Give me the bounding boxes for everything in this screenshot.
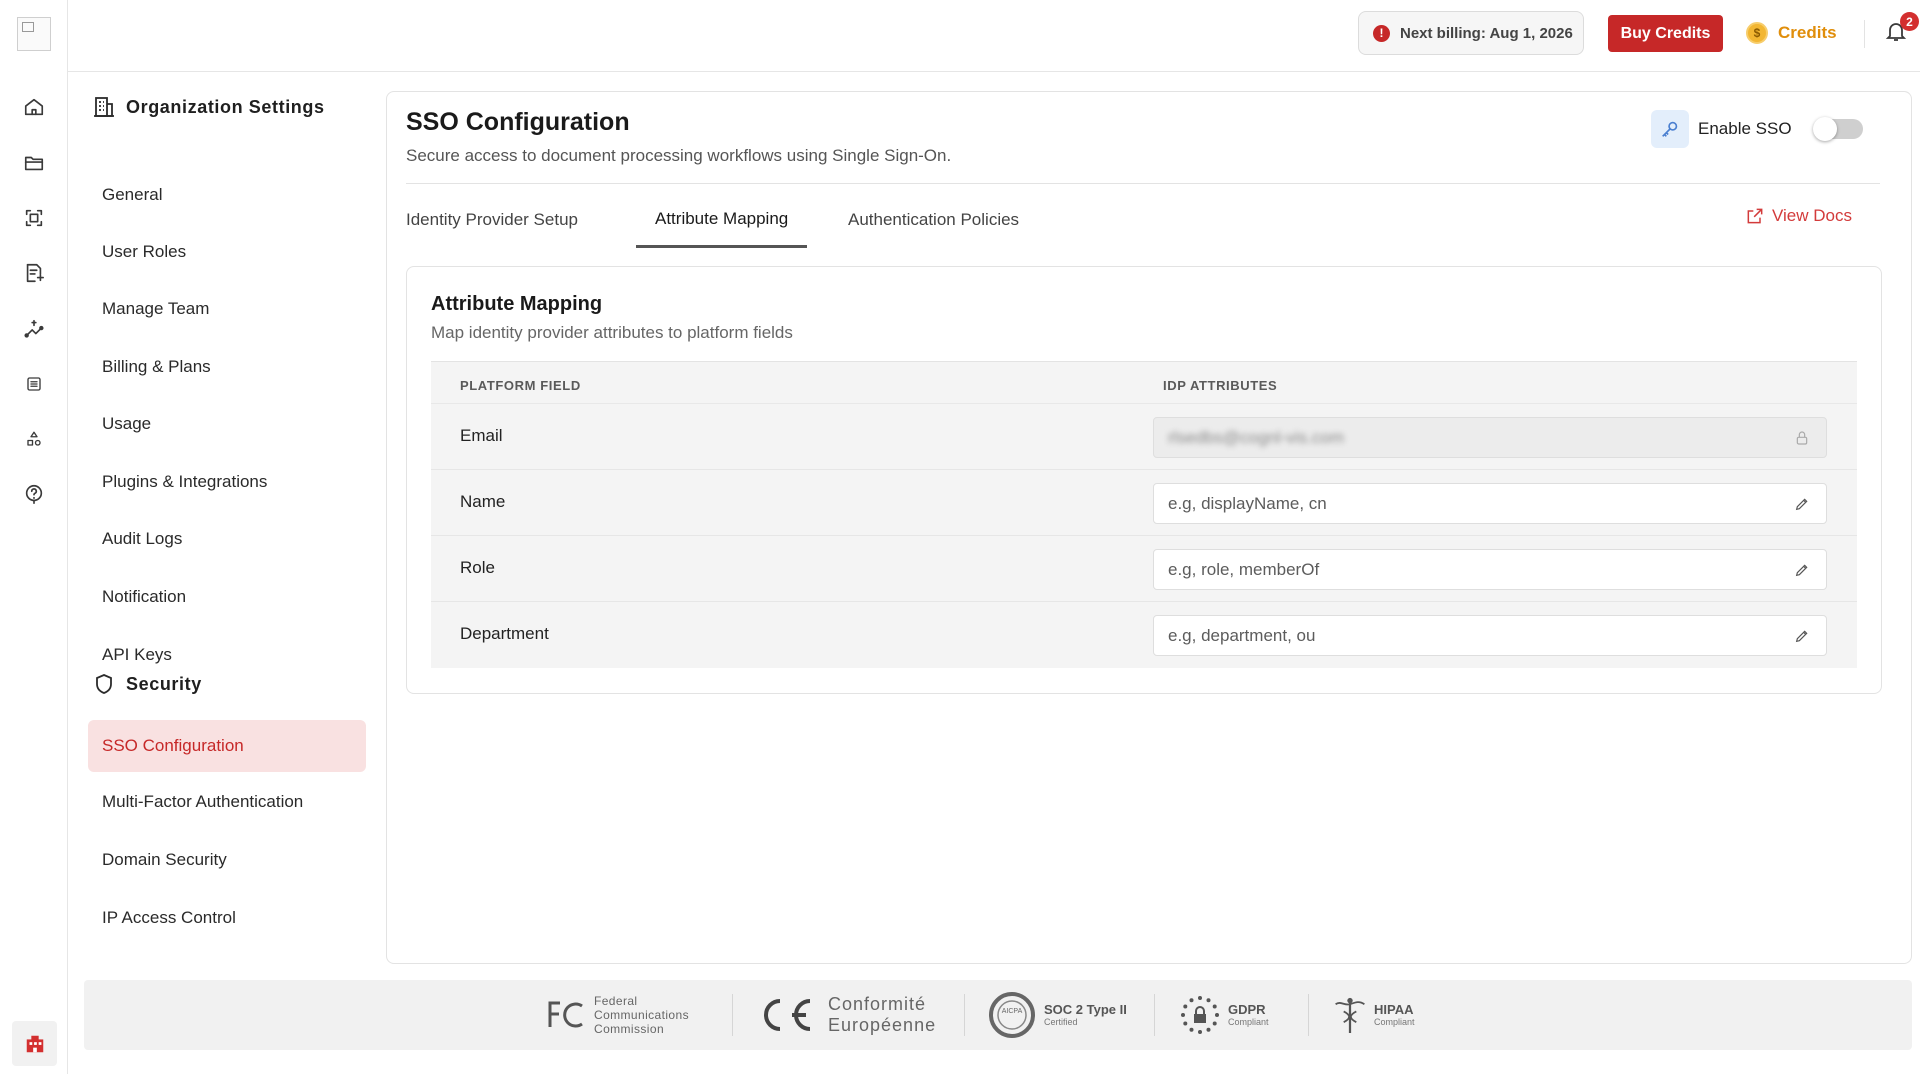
shield-icon bbox=[96, 674, 112, 694]
credits-label: Credits bbox=[1778, 23, 1837, 42]
shapes-icon[interactable] bbox=[19, 424, 49, 454]
building-outline-icon bbox=[94, 97, 114, 117]
platform-field-role: Role bbox=[460, 558, 495, 577]
tab-identity-provider-setup[interactable]: Identity Provider Setup bbox=[387, 200, 597, 240]
sidebar-item-multi-factor-authentication[interactable]: Multi-Factor Authentication bbox=[88, 776, 366, 828]
document-edit-icon[interactable] bbox=[19, 258, 49, 288]
pencil-icon[interactable] bbox=[1794, 628, 1810, 644]
sidebar-item-billing-plans[interactable]: Billing & Plans bbox=[88, 341, 366, 393]
panel-title: Attribute Mapping bbox=[431, 293, 603, 315]
compliance-footer: Federal Communications Commission Confor… bbox=[84, 980, 1912, 1050]
info-icon: ! bbox=[1373, 24, 1390, 42]
external-link-icon bbox=[1747, 208, 1763, 224]
key-icon bbox=[1651, 110, 1689, 148]
building-icon[interactable] bbox=[12, 1021, 57, 1066]
lock-icon bbox=[1794, 430, 1810, 446]
sidebar-item-sso-configuration[interactable]: SSO Configuration bbox=[88, 720, 366, 772]
sidebar-item-general[interactable]: General bbox=[88, 169, 366, 221]
settings-sidebar: Organization Settings General User Roles… bbox=[68, 72, 368, 972]
sidebar-item-audit-logs[interactable]: Audit Logs bbox=[88, 513, 366, 565]
sidebar-item-ip-access-control[interactable]: IP Access Control bbox=[88, 892, 366, 944]
page-subtitle: Secure access to document processing wor… bbox=[406, 146, 952, 165]
pencil-icon[interactable] bbox=[1794, 562, 1810, 578]
next-billing-text: Next billing: Aug 1, 2026 bbox=[1400, 24, 1573, 42]
fcc-badge: Federal Communications Commission bbox=[546, 990, 689, 1040]
tab-authentication-policies[interactable]: Authentication Policies bbox=[829, 200, 1038, 240]
home-icon[interactable] bbox=[19, 92, 49, 122]
enable-sso-toggle[interactable] bbox=[1813, 117, 1863, 141]
sidebar-item-manage-team[interactable]: Manage Team bbox=[88, 283, 366, 335]
sidebar-item-plugins-integrations[interactable]: Plugins & Integrations bbox=[88, 456, 366, 508]
view-docs-link[interactable]: View Docs bbox=[1745, 206, 1852, 226]
page-title: SSO Configuration bbox=[406, 108, 630, 136]
department-attribute-placeholder: e.g, department, ou bbox=[1168, 625, 1316, 645]
email-attribute-value: rlsedbs@cognl-vis.com bbox=[1168, 427, 1344, 447]
header-divider bbox=[406, 183, 1880, 184]
column-header-platform-field: PLATFORM FIELD bbox=[460, 378, 581, 393]
sidebar-item-domain-security[interactable]: Domain Security bbox=[88, 834, 366, 886]
aicpa-seal-icon: AICPA bbox=[989, 992, 1035, 1038]
top-bar: ! Next billing: Aug 1, 2026 Buy Credits … bbox=[68, 0, 1920, 72]
column-header-idp-attributes: IDP ATTRIBUTES bbox=[1163, 378, 1278, 393]
scan-icon[interactable] bbox=[19, 203, 49, 233]
platform-field-department: Department bbox=[460, 624, 549, 643]
attribute-mapping-panel: Attribute Mapping Map identity provider … bbox=[406, 266, 1882, 694]
app-logo[interactable] bbox=[17, 17, 51, 51]
role-attribute-input[interactable]: e.g, role, memberOf bbox=[1153, 549, 1827, 590]
svg-text:AICPA: AICPA bbox=[1002, 1008, 1023, 1015]
toggle-knob bbox=[1813, 117, 1837, 141]
table-row: Email rlsedbs@cognl-vis.com bbox=[431, 404, 1857, 470]
gdpr-badge: GDPR Compliant bbox=[1178, 990, 1269, 1040]
name-attribute-input[interactable]: e.g, displayName, cn bbox=[1153, 483, 1827, 524]
sidebar-item-notification[interactable]: Notification bbox=[88, 571, 366, 623]
credits-button[interactable]: $ Credits bbox=[1746, 18, 1837, 48]
sidebar-item-user-roles[interactable]: User Roles bbox=[88, 226, 366, 278]
icon-rail bbox=[0, 0, 68, 1074]
grid-list-icon[interactable] bbox=[19, 369, 49, 399]
table-row: Department e.g, department, ou bbox=[431, 602, 1857, 668]
department-attribute-input[interactable]: e.g, department, ou bbox=[1153, 615, 1827, 656]
notifications-button[interactable]: 2 bbox=[1884, 12, 1919, 48]
hipaa-badge: HIPAA Compliant bbox=[1332, 990, 1415, 1040]
table-row: Role e.g, role, memberOf bbox=[431, 536, 1857, 602]
organization-settings-heading: Organization Settings bbox=[92, 92, 325, 122]
panel-subtitle: Map identity provider attributes to plat… bbox=[431, 323, 793, 342]
caduceus-icon bbox=[1335, 997, 1365, 1033]
name-attribute-placeholder: e.g, displayName, cn bbox=[1168, 493, 1327, 513]
help-icon[interactable] bbox=[19, 479, 49, 509]
ce-badge: Conformité Européenne bbox=[756, 990, 936, 1040]
soc2-badge: AICPA SOC 2 Type II Certified bbox=[988, 990, 1127, 1040]
next-billing-chip: ! Next billing: Aug 1, 2026 bbox=[1358, 11, 1584, 55]
enable-sso-label: Enable SSO bbox=[1698, 119, 1792, 138]
sidebar-item-usage[interactable]: Usage bbox=[88, 398, 366, 450]
ce-mark-icon bbox=[764, 999, 811, 1031]
email-attribute-field: rlsedbs@cognl-vis.com bbox=[1153, 417, 1827, 458]
sso-configuration-card: SSO Configuration Secure access to docum… bbox=[386, 91, 1912, 964]
pencil-icon[interactable] bbox=[1794, 496, 1810, 512]
coin-icon: $ bbox=[1746, 22, 1768, 44]
table-header: PLATFORM FIELD IDP ATTRIBUTES bbox=[431, 362, 1857, 404]
role-attribute-placeholder: e.g, role, memberOf bbox=[1168, 559, 1320, 579]
divider bbox=[1864, 20, 1865, 48]
table-row: Name e.g, displayName, cn bbox=[431, 470, 1857, 536]
fcc-logo-icon bbox=[548, 1001, 583, 1028]
security-heading: Security bbox=[92, 669, 202, 699]
tab-attribute-mapping[interactable]: Attribute Mapping bbox=[636, 200, 808, 248]
workflow-icon[interactable] bbox=[19, 314, 49, 344]
notification-count-badge: 2 bbox=[1900, 12, 1919, 31]
platform-field-name: Name bbox=[460, 492, 506, 511]
attribute-mapping-table: PLATFORM FIELD IDP ATTRIBUTES Email rlse… bbox=[431, 361, 1857, 668]
folder-icon[interactable] bbox=[19, 148, 49, 178]
buy-credits-button[interactable]: Buy Credits bbox=[1608, 15, 1723, 52]
eu-stars-lock-icon bbox=[1181, 996, 1219, 1034]
platform-field-email: Email bbox=[460, 426, 503, 445]
